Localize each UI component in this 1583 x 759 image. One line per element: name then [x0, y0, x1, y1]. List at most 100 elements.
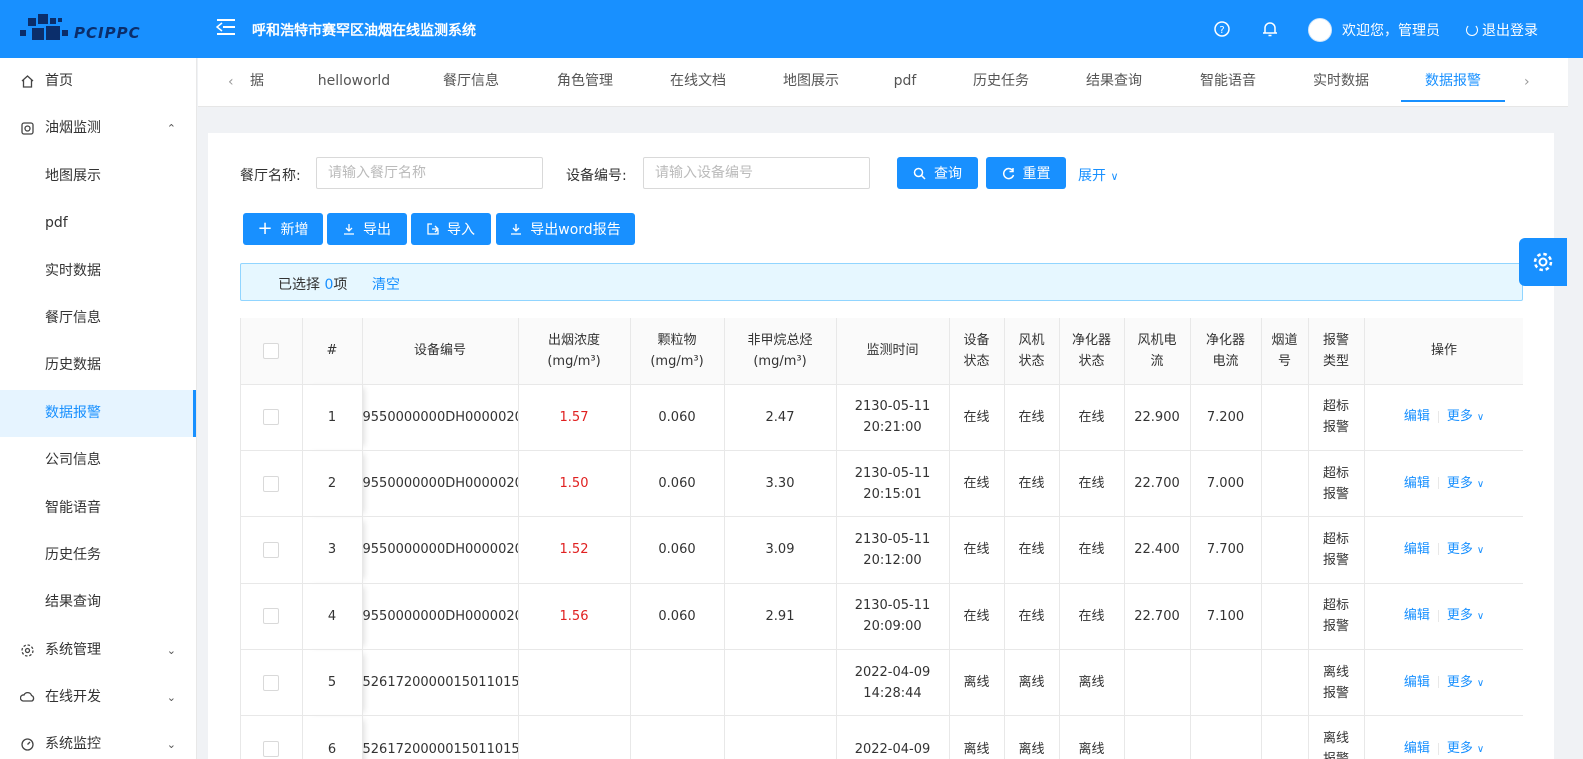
- app-logo: PCIPPC: [18, 12, 168, 46]
- device-no-input[interactable]: [643, 157, 870, 189]
- sidebar-item-system-monitor[interactable]: 系统监控 ⌄: [0, 721, 196, 759]
- expand-button[interactable]: 展开 ∨: [1078, 165, 1119, 185]
- header-line: 净化器: [1071, 332, 1111, 348]
- tab-pdf[interactable]: pdf: [883, 58, 927, 107]
- sidebar-item-online-dev[interactable]: 在线开发 ⌄: [0, 674, 196, 721]
- import-button[interactable]: 导入: [411, 213, 491, 245]
- table-row: 65261720000015011015022022-04-09离线离线离线离线…: [241, 715, 1523, 759]
- sidebar-item-company[interactable]: 公司信息: [0, 437, 196, 484]
- header-particle-title: 颗粒物: [657, 332, 697, 348]
- row-time: 2130-05-11 20:09:00: [836, 583, 950, 651]
- row-alarm-line: 报警: [1322, 552, 1349, 568]
- edit-link[interactable]: 编辑: [1404, 476, 1430, 491]
- row-select-cell[interactable]: [241, 384, 303, 451]
- more-link[interactable]: 更多 ∨: [1447, 476, 1484, 491]
- restaurant-name-input[interactable]: [316, 157, 543, 189]
- row-checkbox[interactable]: [263, 741, 280, 758]
- sidebar-item-restaurant[interactable]: 餐厅信息: [0, 295, 196, 342]
- sidebar-item-map[interactable]: 地图展示: [0, 153, 196, 200]
- sidebar-item-label: 地图展示: [45, 167, 101, 184]
- row-fan-status: 离线: [1004, 649, 1060, 717]
- row-clock: 20:12:00: [863, 552, 922, 568]
- row-select-cell[interactable]: [241, 715, 303, 759]
- row-checkbox[interactable]: [263, 541, 280, 558]
- avatar[interactable]: [1308, 18, 1332, 42]
- tab-data-partial[interactable]: 据: [242, 58, 272, 107]
- sidebar-item-data-alarm[interactable]: 数据报警: [0, 389, 196, 438]
- row-checkbox[interactable]: [263, 674, 280, 691]
- sidebar-item-history-data[interactable]: 历史数据: [0, 342, 196, 389]
- row-select-cell[interactable]: [241, 583, 303, 651]
- select-all-checkbox[interactable]: [263, 342, 280, 359]
- export-button[interactable]: 导出: [327, 213, 407, 245]
- more-link[interactable]: 更多 ∨: [1447, 675, 1484, 690]
- logout-button[interactable]: 退出登录: [1466, 20, 1538, 40]
- row-select-cell[interactable]: [241, 516, 303, 584]
- sidebar-item-result-query[interactable]: 结果查询: [0, 579, 196, 626]
- sidebar-item-history-task[interactable]: 历史任务: [0, 532, 196, 579]
- tab-scroll-right-icon[interactable]: ›: [1524, 58, 1530, 107]
- more-label: 更多: [1446, 608, 1473, 624]
- row-select-cell[interactable]: [241, 649, 303, 717]
- more-link[interactable]: 更多 ∨: [1447, 542, 1484, 557]
- edit-link[interactable]: 编辑: [1404, 608, 1430, 623]
- selection-alert: 已选择 0项 清空: [240, 263, 1523, 301]
- more-link[interactable]: 更多 ∨: [1447, 409, 1484, 424]
- tab-smart-voice[interactable]: 智能语音: [1185, 58, 1271, 107]
- query-button-label: 查询: [934, 166, 962, 182]
- divider: [1437, 676, 1439, 689]
- row-device-status: 在线: [949, 384, 1005, 451]
- edit-link[interactable]: 编辑: [1404, 741, 1430, 756]
- sidebar-item-realtime[interactable]: 实时数据: [0, 248, 196, 295]
- query-button[interactable]: 查询: [897, 157, 978, 189]
- row-select-cell[interactable]: [241, 450, 303, 518]
- clear-selection-link[interactable]: 清空: [372, 274, 400, 294]
- reset-button[interactable]: 重置: [986, 157, 1066, 189]
- tab-scroll-left-icon[interactable]: ‹: [228, 58, 234, 107]
- tab-realtime-data[interactable]: 实时数据: [1298, 58, 1384, 107]
- header-particle: 颗粒物 (mg/m³): [630, 318, 725, 385]
- help-icon[interactable]: ?: [1212, 19, 1232, 39]
- row-smoke: 1.56: [518, 583, 631, 651]
- row-checkbox[interactable]: [263, 409, 280, 426]
- more-link[interactable]: 更多 ∨: [1447, 608, 1484, 623]
- tab-history-task[interactable]: 历史任务: [958, 58, 1044, 107]
- row-alarm-type: 离线报警: [1308, 649, 1365, 717]
- sidebar-item-home[interactable]: 首页: [0, 58, 196, 105]
- more-link[interactable]: 更多 ∨: [1447, 741, 1484, 756]
- header-line: 净化器: [1205, 332, 1245, 348]
- restaurant-name-label: 餐厅名称:: [240, 168, 301, 184]
- tab-result-query[interactable]: 结果查询: [1071, 58, 1157, 107]
- row-particle: 0.060: [630, 450, 725, 518]
- settings-float-button[interactable]: [1519, 238, 1567, 286]
- add-button-label: 新增: [280, 222, 309, 238]
- row-particle: 0.060: [630, 516, 725, 584]
- row-nmhc: 2.91: [724, 583, 837, 651]
- bell-icon[interactable]: [1260, 19, 1280, 39]
- selection-suffix: 项: [333, 277, 348, 293]
- export-word-button[interactable]: 导出word报告: [496, 213, 635, 245]
- sidebar-item-label: 历史任务: [45, 546, 101, 563]
- tab-map-display[interactable]: 地图展示: [768, 58, 854, 107]
- tab-role-management[interactable]: 角色管理: [542, 58, 628, 107]
- header-select-all[interactable]: [241, 318, 303, 385]
- row-checkbox[interactable]: [263, 475, 280, 492]
- sidebar-item-system-admin[interactable]: 系统管理 ⌄: [0, 627, 196, 674]
- row-time: 2130-05-11 20:12:00: [836, 516, 950, 584]
- home-icon: [21, 75, 34, 88]
- sidebar-item-pdf[interactable]: pdf: [0, 200, 196, 247]
- row-alarm-line: 超标: [1322, 598, 1349, 614]
- tab-data-alarm[interactable]: 数据报警: [1401, 58, 1505, 107]
- menu-toggle-icon[interactable]: [215, 16, 237, 38]
- edit-link[interactable]: 编辑: [1404, 409, 1430, 424]
- tab-helloworld[interactable]: helloworld: [310, 58, 398, 107]
- sidebar-item-voice[interactable]: 智能语音: [0, 485, 196, 532]
- add-button[interactable]: + 新增: [243, 213, 323, 245]
- tab-online-docs[interactable]: 在线文档: [655, 58, 741, 107]
- edit-link[interactable]: 编辑: [1404, 542, 1430, 557]
- gear-icon: [21, 644, 34, 657]
- edit-link[interactable]: 编辑: [1404, 675, 1430, 690]
- tab-restaurant-info[interactable]: 餐厅信息: [428, 58, 514, 107]
- sidebar-item-fume-monitor[interactable]: 油烟监测 ⌃: [0, 105, 196, 152]
- row-checkbox[interactable]: [263, 608, 280, 625]
